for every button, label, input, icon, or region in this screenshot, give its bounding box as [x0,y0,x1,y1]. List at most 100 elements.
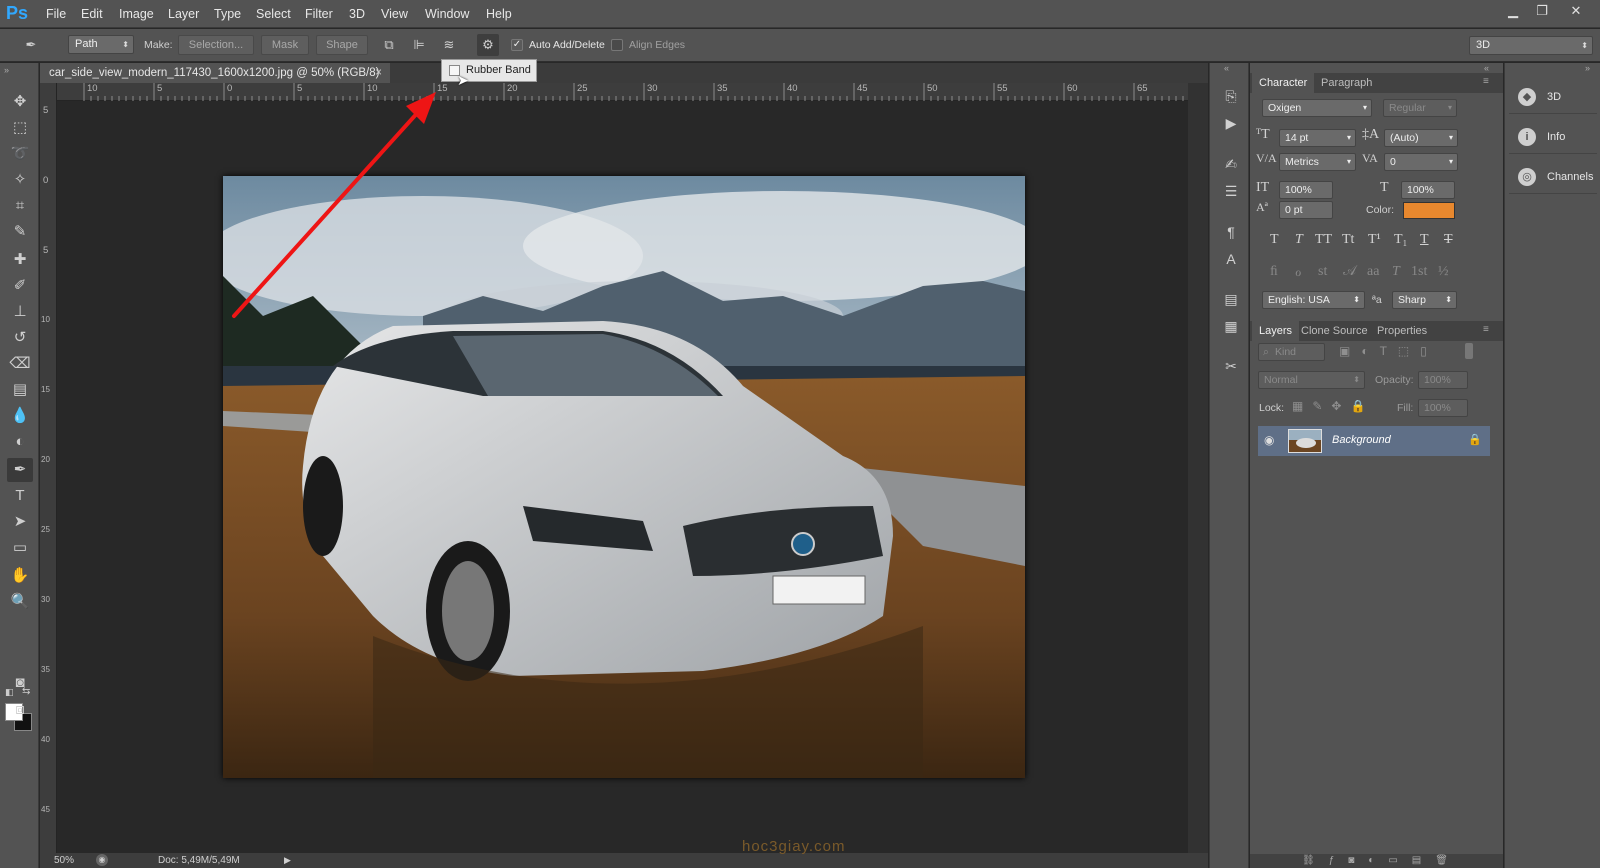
layer-filter-icons[interactable]: ▣◐T⬚▯ [1339,344,1438,358]
ordinals-button[interactable]: 1st [1411,264,1427,280]
pen-tool-preset-icon[interactable]: ✒ [20,34,42,56]
tab-character[interactable]: Character [1252,73,1315,93]
minimize-button[interactable]: ▁ [1499,1,1527,21]
gear-icon[interactable]: ⚙ [477,34,499,56]
make-shape-button[interactable]: Shape [316,35,368,55]
status-info-icon[interactable]: ◉ [96,854,108,866]
collapse-strip-icon[interactable]: « [1224,63,1229,73]
brush-tool-icon[interactable]: ✐ [7,274,33,298]
close-window-button[interactable]: ✕ [1562,1,1590,21]
menu-view[interactable]: View [381,0,408,28]
vertical-scrollbar[interactable] [1188,83,1208,853]
menu-select[interactable]: Select [256,0,291,28]
adjustments-icon[interactable]: ☰ [1220,180,1242,202]
paragraph-styles-icon[interactable]: ¶ [1220,221,1242,243]
history-brush-tool-icon[interactable]: ↺ [7,326,33,350]
layer-actions-icons[interactable]: ⛓ƒ◙◐▭▤🗑 [1302,854,1462,868]
tab-properties[interactable]: Properties [1370,321,1434,341]
visibility-eye-icon[interactable]: ◉ [1264,433,1274,447]
panel-menu-icon[interactable]: ≡ [1483,76,1489,87]
horizontal-scale-field[interactable]: 100% [1401,181,1455,199]
dodge-tool-icon[interactable]: ◐ [7,430,33,454]
old-style-button[interactable]: ℴ [1295,264,1301,281]
panel-info[interactable]: i Info [1509,120,1597,154]
collapse-right-icon[interactable]: » [1585,63,1590,73]
panel-channels[interactable]: ◎ Channels [1509,160,1597,194]
hand-tool-icon[interactable]: ✋ [7,564,33,588]
type-tool-icon[interactable]: T [7,484,33,508]
menu-image[interactable]: Image [119,0,154,28]
panel-3d[interactable]: ◆ 3D [1509,80,1597,114]
zoom-level[interactable]: 50% [54,853,74,868]
align-edges-checkbox[interactable] [611,39,623,51]
faux-bold-button[interactable]: T [1270,232,1279,248]
lasso-tool-icon[interactable]: ➰ [7,142,33,166]
pen-tool-icon[interactable]: ✒ [7,458,33,482]
fill-field[interactable]: 100% [1418,399,1468,417]
menu-type[interactable]: Type [214,0,241,28]
blur-tool-icon[interactable]: 💧 [7,404,33,428]
fractions-button[interactable]: ½ [1438,264,1449,280]
make-selection-button[interactable]: Selection... [178,35,254,55]
quick-mask-icon[interactable]: ◙ [7,671,33,695]
menu-window[interactable]: Window [425,0,469,28]
tracking-field[interactable]: 0 ▾ [1384,153,1458,171]
path-arrangement-icon[interactable]: ≋ [438,34,460,56]
path-selection-tool-icon[interactable]: ➤ [7,510,33,534]
menu-3d[interactable]: 3D [349,0,365,28]
faux-italic-button[interactable]: T [1295,232,1303,248]
crop-tool-icon[interactable]: ⌗ [7,194,33,218]
swatches-icon[interactable]: ▦ [1220,315,1242,337]
marquee-tool-icon[interactable]: ⬚ [7,116,33,140]
font-style-dropdown[interactable]: Regular ▾ [1383,99,1457,117]
eyedropper-tool-icon[interactable]: ✎ [7,220,33,244]
path-operations-icon[interactable]: ⧉ [378,34,400,56]
baseline-shift-field[interactable]: 0 pt [1279,201,1333,219]
menu-layer[interactable]: Layer [168,0,199,28]
restore-button[interactable]: ❐ [1528,1,1556,21]
magic-wand-tool-icon[interactable]: ✧ [7,168,33,192]
layer-filter-dropdown[interactable]: ⌕ Kind [1258,343,1325,361]
path-alignment-icon[interactable]: ⊫ [408,34,430,56]
blend-mode-dropdown[interactable]: Normal ⬍ [1258,371,1365,389]
ligatures-button[interactable]: ﬁ [1270,264,1278,280]
lock-options-icons[interactable]: ▦✎✥🔒 [1292,399,1374,413]
tools-presets-icon[interactable]: ✂ [1220,355,1242,377]
tool-mode-dropdown[interactable]: Path ⬍ [68,35,134,54]
workspace-dropdown[interactable]: 3D ⬍ [1469,36,1593,55]
strikethrough-button[interactable]: T [1444,232,1453,248]
menu-help[interactable]: Help [486,0,512,28]
notes-icon[interactable]: ▤ [1220,288,1242,310]
stylistic-alternates-button[interactable]: aa [1367,264,1379,280]
swash-button[interactable]: 𝒜 [1343,264,1356,280]
gradient-tool-icon[interactable]: ▤ [7,378,33,402]
opacity-field[interactable]: 100% [1418,371,1468,389]
layer-name[interactable]: Background [1332,434,1391,446]
tab-layers[interactable]: Layers [1252,321,1300,341]
character-styles-icon[interactable]: A [1220,248,1242,270]
discretionary-ligatures-button[interactable]: st [1318,264,1327,280]
font-size-field[interactable]: 14 pt ▾ [1279,129,1356,147]
auto-add-delete-checkbox[interactable]: ✓ [511,39,523,51]
subscript-button[interactable]: T₁ [1394,232,1407,248]
rubber-band-option[interactable]: Rubber Band [441,59,537,82]
antialias-dropdown[interactable]: Sharp ⬍ [1392,291,1457,309]
rectangle-tool-icon[interactable]: ▭ [7,536,33,560]
make-mask-button[interactable]: Mask [261,35,309,55]
superscript-button[interactable]: T¹ [1368,232,1381,248]
titling-alternates-button[interactable]: T [1392,264,1400,280]
all-caps-button[interactable]: TT [1315,232,1332,248]
tab-paragraph[interactable]: Paragraph [1314,73,1379,93]
tab-clone-source[interactable]: Clone Source [1294,321,1375,341]
kerning-field[interactable]: Metrics ▾ [1279,153,1356,171]
actions-play-icon[interactable]: ▶ [1220,112,1242,134]
status-menu-arrow-icon[interactable]: ▶ [284,853,291,868]
history-icon[interactable]: ⎘ [1220,85,1242,107]
clone-stamp-tool-icon[interactable]: ⊥ [7,300,33,324]
filter-toggle[interactable] [1465,343,1473,359]
language-dropdown[interactable]: English: USA ⬍ [1262,291,1365,309]
font-family-dropdown[interactable]: Oxigen ▾ [1262,99,1372,117]
healing-brush-tool-icon[interactable]: ✚ [7,248,33,272]
leading-field[interactable]: (Auto) ▾ [1384,129,1458,147]
collapse-tools-icon[interactable]: » [4,65,9,75]
